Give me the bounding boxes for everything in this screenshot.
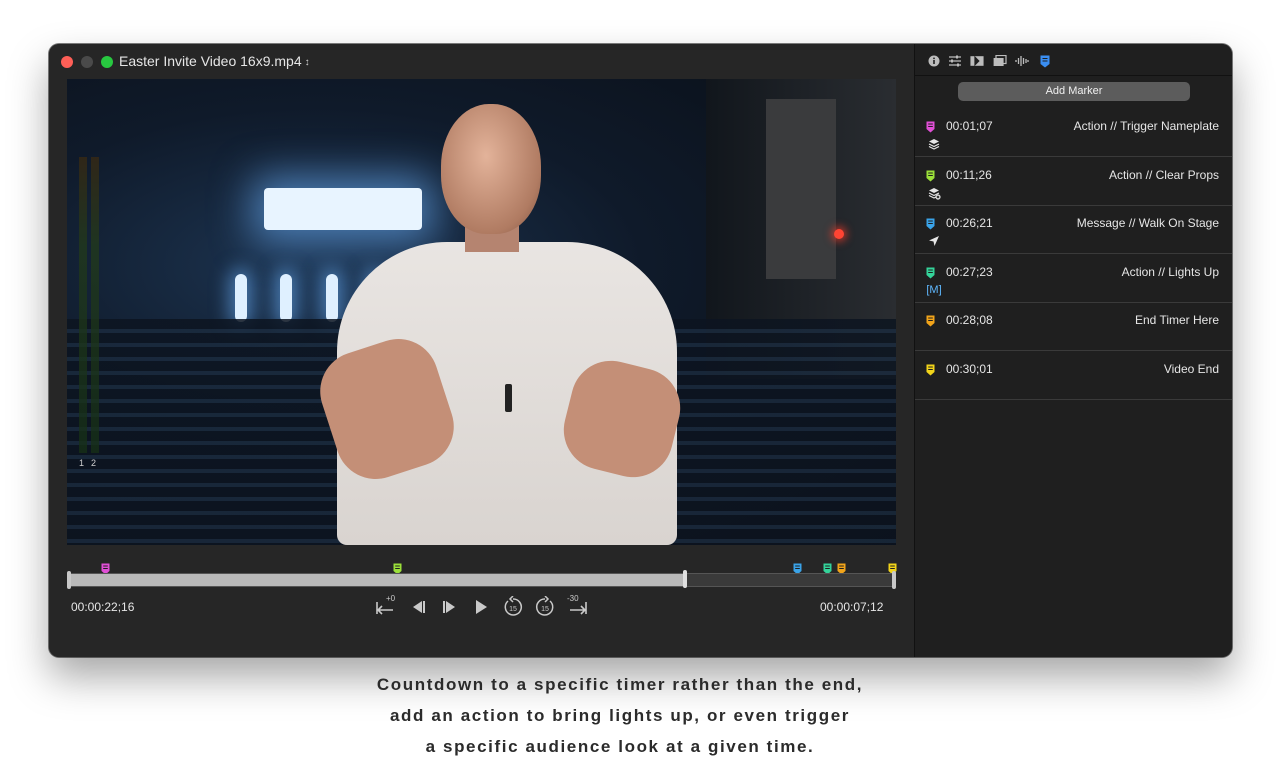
marker-row[interactable]: 00:26;21 Message // Walk On Stage [915, 206, 1232, 254]
send-message-icon [927, 234, 941, 248]
marker-time: 00:28;08 [946, 313, 993, 327]
marker-time: 00:26;21 [946, 216, 993, 230]
audio-meter: 1 2 [79, 157, 103, 468]
caption-line-3: a specific audience look at a given time… [425, 737, 815, 756]
window-title[interactable]: Easter Invite Video 16x9.mp4 ↕ [119, 53, 310, 69]
skip-back-icon: 15 [504, 596, 522, 616]
marker-time: 00:30;01 [946, 362, 993, 376]
marker-time: 00:27;23 [946, 265, 993, 279]
close-window-button[interactable] [61, 56, 73, 68]
background-door [766, 99, 836, 279]
skip-forward-icon: 15 [536, 596, 554, 616]
app-window: Easter Invite Video 16x9.mp4 ↕ 1 2 00:00… [49, 44, 1232, 657]
marker-time: 00:11;26 [946, 168, 992, 182]
marker-flag-icon [926, 266, 935, 284]
next-frame-button[interactable] [437, 594, 463, 620]
go-to-end-offset: -30 [567, 594, 579, 603]
audio-meter-channel-2 [91, 157, 99, 453]
elapsed-time: 00:00:22;16 [71, 600, 135, 614]
stage-pillar [235, 274, 247, 322]
previous-frame-button[interactable] [405, 594, 431, 620]
audio-meter-label-2: 2 [91, 458, 97, 468]
skip-forward-seconds: 15 [541, 606, 549, 613]
zoom-window-button[interactable] [101, 56, 113, 68]
marker-flag-icon [926, 169, 935, 187]
marker-name: End Timer Here [1134, 313, 1219, 327]
presenter-head [441, 104, 541, 234]
caption-line-1: Countdown to a specific timer rather tha… [376, 675, 864, 694]
scrub-track-played [69, 574, 684, 586]
go-to-end-offset-button[interactable]: -30 [564, 594, 590, 620]
remaining-time: 00:00:07;12 [820, 600, 884, 614]
macro-icon: [M] [926, 284, 942, 296]
marker-row[interactable]: 00:11;26 Action // Clear Props [915, 158, 1232, 206]
marker-flag-icon [926, 363, 935, 381]
marker-flag-icon [926, 217, 935, 235]
marker-name: Action // Clear Props [1108, 168, 1219, 182]
video-preview[interactable]: 1 2 [67, 79, 896, 545]
scrub-track[interactable] [68, 573, 896, 587]
step-back-icon [413, 601, 425, 613]
presenter-pendant [505, 384, 512, 412]
skip-back-button[interactable]: 15 [500, 594, 526, 620]
marker-row[interactable]: 00:28;08 End Timer Here [915, 303, 1232, 351]
caption-line-2: add an action to bring lights up, or eve… [390, 706, 850, 725]
add-marker-button[interactable]: Add Marker [958, 82, 1190, 101]
marker-flag-icon [926, 314, 935, 332]
presenter [307, 104, 707, 545]
playhead[interactable] [683, 570, 687, 588]
background-exit-light [834, 229, 844, 239]
marker-row[interactable]: 00:30;01 Video End [915, 352, 1232, 400]
skip-forward-button[interactable]: 15 [532, 594, 558, 620]
step-forward-icon [443, 601, 455, 613]
inspector-pane: Add Marker 00:01;07 Action // Trigger Nam… [914, 44, 1232, 657]
file-name: Easter Invite Video 16x9.mp4 [119, 53, 302, 69]
stage-pillar [280, 274, 292, 322]
go-to-start-offset: +0 [386, 594, 396, 603]
audio-meter-label-1: 1 [79, 458, 85, 468]
audio-meter-channel-1 [79, 157, 87, 453]
info-icon[interactable] [927, 55, 941, 67]
player-pane: Easter Invite Video 16x9.mp4 ↕ 1 2 00:00… [49, 44, 914, 657]
scrub-track-end-cap [892, 571, 896, 589]
play-button[interactable] [468, 594, 494, 620]
go-to-start-button[interactable]: +0 [373, 594, 399, 620]
marker-icon[interactable] [1038, 55, 1052, 67]
waveform-icon[interactable] [1015, 55, 1029, 67]
layers-icon[interactable] [993, 55, 1007, 67]
marker-row[interactable]: 00:01;07 Action // Trigger Nameplate [915, 109, 1232, 157]
transition-icon[interactable] [970, 55, 984, 67]
marker-name: Video End [1163, 362, 1219, 376]
marker-name: Action // Trigger Nameplate [1073, 119, 1219, 133]
marker-time: 00:01;07 [946, 119, 993, 133]
sliders-icon[interactable] [948, 55, 962, 67]
clear-layers-icon [927, 186, 941, 200]
skip-back-seconds: 15 [509, 606, 517, 613]
play-icon [476, 600, 487, 614]
marker-name: Action // Lights Up [1121, 265, 1219, 279]
scrub-track-start-cap [67, 571, 71, 589]
marker-name: Message // Walk On Stage [1076, 216, 1219, 230]
chevron-updown-icon: ↕ [304, 57, 310, 68]
inspector-toolbar [915, 44, 1232, 76]
marker-flag-icon [926, 120, 935, 138]
marker-row[interactable]: 00:27;23 Action // Lights Up [M] [915, 255, 1232, 303]
minimize-window-button[interactable] [81, 56, 93, 68]
layers-icon [927, 137, 941, 151]
